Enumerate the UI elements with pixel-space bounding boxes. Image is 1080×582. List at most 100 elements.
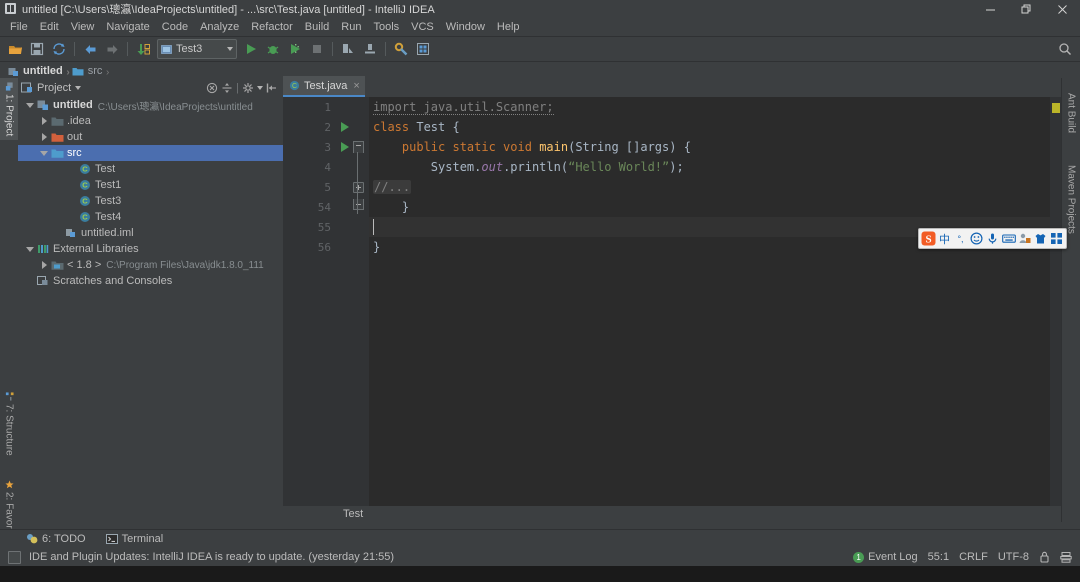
gutter-markers[interactable] xyxy=(335,97,369,506)
breadcrumb-item-untitled[interactable]: untitled › xyxy=(6,65,70,78)
microphone-icon[interactable] xyxy=(985,230,1000,247)
file-encoding[interactable]: UTF-8 xyxy=(998,551,1029,563)
menu-window[interactable]: Window xyxy=(440,20,491,34)
code-line[interactable]: class Test { xyxy=(369,117,1062,137)
tree-node-test[interactable]: C Test xyxy=(18,161,283,177)
menu-run[interactable]: Run xyxy=(335,20,367,34)
settings-chevron-icon[interactable] xyxy=(257,85,263,90)
chevron-right-icon[interactable] xyxy=(38,113,50,129)
sidebar-item-maven-projects[interactable]: m Maven Projects xyxy=(1062,158,1080,238)
menu-code[interactable]: Code xyxy=(156,20,194,34)
status-checkbox-icon[interactable] xyxy=(8,550,21,564)
lock-icon[interactable] xyxy=(1039,551,1050,563)
tree-node-out[interactable]: out xyxy=(18,129,283,145)
run-icon[interactable] xyxy=(241,39,261,59)
project-tree[interactable]: untitled C:\Users\璁瀛\IdeaProjects\untitle… xyxy=(18,97,283,522)
menu-refactor[interactable]: Refactor xyxy=(245,20,299,34)
chevron-right-icon[interactable] xyxy=(38,129,50,145)
hide-panel-icon[interactable] xyxy=(266,82,278,94)
menu-file[interactable]: File xyxy=(4,20,34,34)
settings-icon[interactable] xyxy=(391,39,411,59)
project-structure-icon[interactable] xyxy=(413,39,433,59)
sogou-ime-toolbar[interactable]: S 中 °, xyxy=(918,228,1067,249)
chevron-down-icon[interactable] xyxy=(227,47,233,51)
gutter-marker-row[interactable] xyxy=(335,157,369,177)
run-gutter-icon[interactable] xyxy=(341,142,349,152)
debug-icon[interactable] xyxy=(263,39,283,59)
tree-node-untitled[interactable]: untitled C:\Users\璁瀛\IdeaProjects\untitle… xyxy=(18,97,283,113)
menu-help[interactable]: Help xyxy=(491,20,526,34)
build-icon[interactable] xyxy=(338,39,358,59)
search-everywhere-icon[interactable] xyxy=(1058,42,1072,56)
tool-window-todo[interactable]: 6: TODO xyxy=(22,532,90,546)
minimize-button[interactable] xyxy=(972,0,1008,18)
sync-icon[interactable] xyxy=(49,39,69,59)
skin-icon[interactable] xyxy=(1033,230,1048,247)
gutter-marker-row[interactable] xyxy=(335,197,369,217)
tree-node-src[interactable]: src xyxy=(18,145,283,161)
warning-marker[interactable] xyxy=(1052,103,1060,113)
close-icon[interactable]: × xyxy=(353,80,359,92)
menu-view[interactable]: View xyxy=(65,20,101,34)
soft-keyboard-icon[interactable] xyxy=(1001,230,1016,247)
collapse-all-icon[interactable] xyxy=(206,82,218,94)
chevron-down-icon[interactable] xyxy=(24,241,36,257)
menu-build[interactable]: Build xyxy=(299,20,335,34)
code-line[interactable]: public static void main(String []args) { xyxy=(369,137,1062,157)
code-line[interactable]: import java.util.Scanner; xyxy=(369,97,1062,117)
expand-fold-icon[interactable] xyxy=(353,182,364,193)
back-arrow-icon[interactable] xyxy=(80,39,100,59)
restore-button[interactable] xyxy=(1008,0,1044,18)
gutter-marker-row[interactable] xyxy=(335,237,369,257)
code-line[interactable]: } xyxy=(369,197,1062,217)
open-folder-icon[interactable] xyxy=(5,39,25,59)
close-button[interactable] xyxy=(1044,0,1080,18)
chevron-down-icon[interactable] xyxy=(38,145,50,161)
punctuation-icon[interactable]: °, xyxy=(953,230,968,247)
code-editor[interactable]: 1 2 3 4 5 54 55 56 import java.util.Scanner; cla… xyxy=(283,97,1062,506)
chevron-right-icon[interactable] xyxy=(38,257,50,273)
stop-icon[interactable] xyxy=(307,39,327,59)
chinese-mode-icon[interactable]: 中 xyxy=(937,230,952,247)
update-project-icon[interactable] xyxy=(133,39,153,59)
expand-all-icon[interactable] xyxy=(221,82,233,94)
tree-node-idea[interactable]: .idea xyxy=(18,113,283,129)
menu-navigate[interactable]: Navigate xyxy=(100,20,155,34)
gutter-marker-row[interactable] xyxy=(335,217,369,237)
caret-position[interactable]: 55:1 xyxy=(928,551,949,563)
chevron-down-icon[interactable] xyxy=(24,97,36,113)
code-text[interactable]: import java.util.Scanner; class Test { pu… xyxy=(369,97,1062,506)
menu-edit[interactable]: Edit xyxy=(34,20,65,34)
sidebar-item-ant-build[interactable]: Ant Build xyxy=(1062,86,1080,137)
gutter-marker-row[interactable] xyxy=(335,97,369,117)
forward-arrow-icon[interactable] xyxy=(102,39,122,59)
line-separator[interactable]: CRLF xyxy=(959,551,988,563)
gutter-marker-row[interactable] xyxy=(335,117,369,137)
code-line[interactable]: //... xyxy=(369,177,1062,197)
sidebar-item-structure[interactable]: 7: Structure xyxy=(0,388,18,460)
tool-window-terminal[interactable]: Terminal xyxy=(102,532,168,546)
emoji-icon[interactable] xyxy=(969,230,984,247)
build-module-icon[interactable] xyxy=(360,39,380,59)
gutter-marker-row[interactable] xyxy=(335,177,369,197)
tree-node-test4[interactable]: C Test4 xyxy=(18,209,283,225)
sidebar-item-project[interactable]: 1: Project xyxy=(0,78,18,141)
save-all-icon[interactable] xyxy=(27,39,47,59)
menu-tools[interactable]: Tools xyxy=(367,20,405,34)
project-view-chevron-icon[interactable] xyxy=(75,85,82,90)
breadcrumb-item-src[interactable]: src › xyxy=(70,65,109,78)
settings-gear-icon[interactable] xyxy=(242,82,254,94)
editor-tab-test-java[interactable]: C Test.java × xyxy=(283,76,365,97)
tree-node-scratches-and-consoles[interactable]: Scratches and Consoles xyxy=(18,273,283,289)
tree-node-external-libraries[interactable]: External Libraries xyxy=(18,241,283,257)
tree-node-test1[interactable]: C Test1 xyxy=(18,177,283,193)
inspection-icon[interactable] xyxy=(1060,551,1072,563)
run-gutter-icon[interactable] xyxy=(341,122,349,132)
run-with-coverage-icon[interactable] xyxy=(285,39,305,59)
run-configuration-selector[interactable]: Test3 xyxy=(157,39,237,59)
fold-region-end-icon[interactable] xyxy=(353,199,364,210)
menu-analyze[interactable]: Analyze xyxy=(194,20,245,34)
tree-node-untitled-iml[interactable]: untitled.iml xyxy=(18,225,283,241)
gutter-marker-row[interactable] xyxy=(335,137,369,157)
user-icon[interactable] xyxy=(1017,230,1032,247)
